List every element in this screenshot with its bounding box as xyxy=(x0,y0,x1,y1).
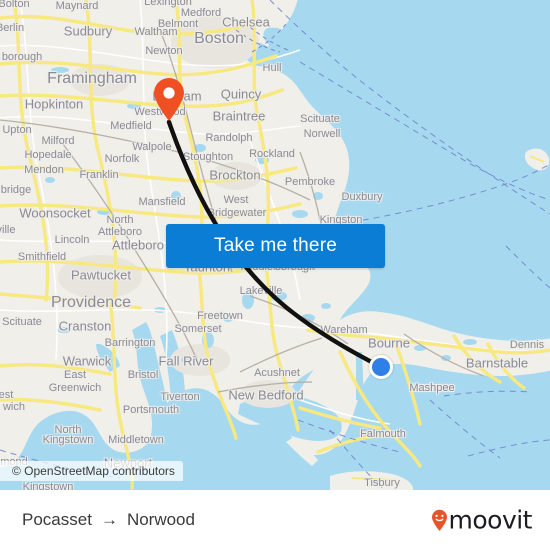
osm-attribution[interactable]: © OpenStreetMap contributors xyxy=(0,461,183,481)
moovit-logo[interactable]: moovit xyxy=(431,505,533,535)
destination-pin-icon[interactable] xyxy=(152,78,186,122)
moovit-wordmark: moovit xyxy=(448,505,533,535)
origin-dot-inner xyxy=(372,358,390,376)
route-summary: Pocasset → Norwood xyxy=(22,510,195,530)
map-share-card: Bolton Maynard Lexington Medford Chelsea Belm… xyxy=(0,0,550,550)
route-arrow-icon: → xyxy=(100,510,118,529)
footer-bar: Pocasset → Norwood moovit xyxy=(0,490,550,550)
take-me-there-button[interactable]: Take me there xyxy=(166,224,385,268)
origin-dot-icon[interactable] xyxy=(369,355,393,379)
map-canvas[interactable]: Bolton Maynard Lexington Medford Chelsea Belm… xyxy=(0,0,550,490)
moovit-smiley-pin-icon xyxy=(431,509,447,531)
route-destination-label: Norwood xyxy=(126,510,195,529)
route-origin-label: Pocasset xyxy=(22,510,92,529)
